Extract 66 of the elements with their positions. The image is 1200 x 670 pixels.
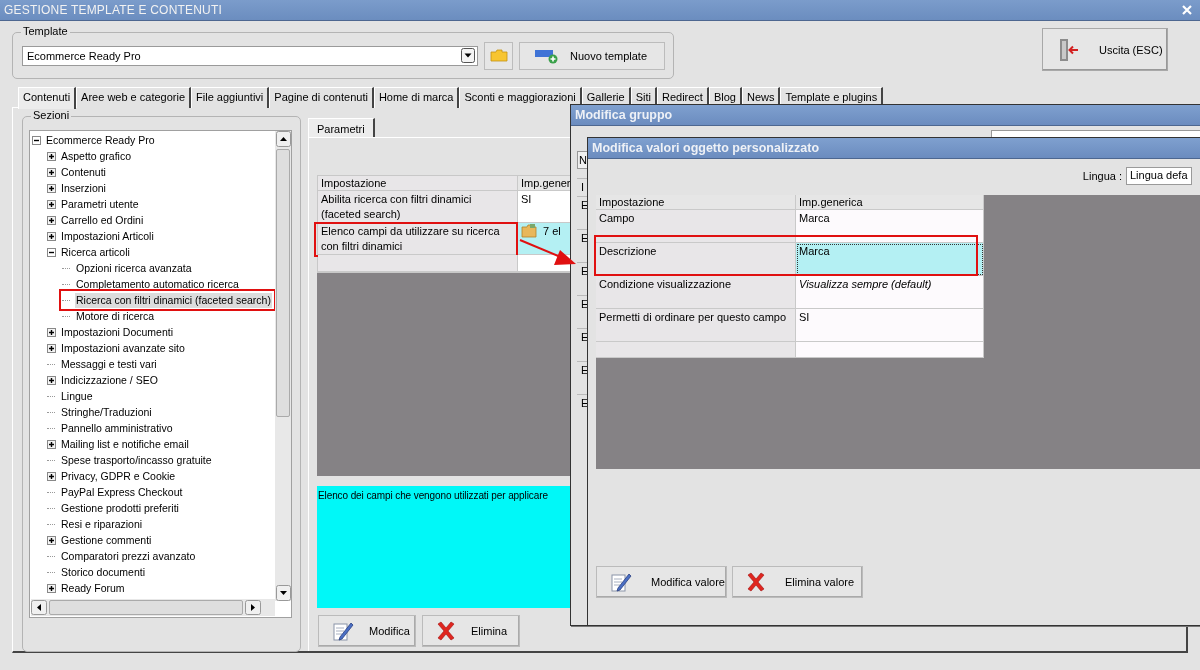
tree-item[interactable]: Ready Forum — [60, 580, 126, 596]
tab[interactable]: Parametri — [308, 118, 375, 140]
exit-button[interactable]: Uscita (ESC) — [1042, 28, 1168, 71]
delete-button[interactable]: Elimina — [422, 615, 520, 647]
column-header: Imp.generica — [796, 195, 984, 210]
field-label: Lingua : — [1082, 170, 1122, 182]
tree-item[interactable]: Opzioni ricerca avanzata — [75, 260, 193, 276]
tab[interactable]: Aree web e categorie — [76, 87, 192, 108]
template-dropdown[interactable]: Ecommerce Ready Pro — [22, 45, 478, 66]
tree-item[interactable]: Completamento automatico ricerca — [75, 276, 240, 292]
column-header: Impostazione — [318, 176, 518, 191]
tree-item[interactable]: Gestione prodotti preferiti — [60, 500, 180, 516]
dialog-title: Modifica gruppo — [575, 108, 673, 122]
tree-item[interactable]: Ecommerce Ready Pro — [45, 132, 156, 148]
column-header: Imp.gener — [518, 176, 572, 191]
tree-item[interactable]: Spese trasporto/incasso gratuite — [60, 452, 213, 468]
tree-item[interactable]: PayPal Express Checkout — [60, 484, 184, 500]
table-cell[interactable]: Condizione visualizzazione — [596, 276, 796, 309]
tab[interactable]: Home di marca — [373, 87, 460, 108]
table-cell[interactable]: Campo — [596, 210, 796, 243]
table-cell[interactable]: Descrizione — [596, 243, 796, 276]
language-dropdown[interactable]: Lingua defa — [1126, 167, 1192, 185]
group-label: Sezioni — [31, 109, 72, 121]
table-cell[interactable]: Visualizza sempre (default) — [796, 276, 984, 309]
tab[interactable]: Sconti e maggiorazioni — [459, 87, 582, 108]
table-cell[interactable]: SI — [796, 309, 984, 342]
tree-item[interactable]: Resi e riparazioni — [60, 516, 144, 532]
table-cell[interactable]: 7 el — [518, 223, 572, 255]
table-cell[interactable]: Marca — [796, 210, 984, 243]
tree-item[interactable]: Aspetto grafico — [60, 148, 133, 164]
tree-item[interactable]: Pannello amministrativo — [60, 420, 174, 436]
tree-item[interactable]: Impostazioni avanzate sito — [60, 340, 186, 356]
tree-item[interactable]: Gestione commenti — [60, 532, 153, 548]
tree-item[interactable]: Parametri utente — [60, 196, 140, 212]
tree-item[interactable]: Contenuti — [60, 164, 107, 180]
tree-item[interactable]: Ricerca con filtri dinamici (faceted search) — [75, 292, 272, 308]
description-text: Elenco dei campi che vengono utilizzati per applicare — [317, 486, 571, 608]
tab[interactable]: Contenuti — [18, 87, 77, 109]
group-label: Template — [21, 25, 70, 37]
tree-item[interactable]: Privacy, GDPR e Cookie — [60, 468, 177, 484]
table-cell[interactable]: Elenco campi da utilizzare su ricerca con filtri dinamici — [318, 223, 518, 255]
tree-item[interactable]: Motore di ricerca — [75, 308, 156, 324]
table-cell[interactable]: Marca — [796, 243, 984, 276]
tree-item[interactable]: Ricerca articoli — [60, 244, 131, 260]
tree-item[interactable]: Inserzioni — [60, 180, 107, 196]
tree-item[interactable]: Indicizzazione / SEO — [60, 372, 159, 388]
tree-item[interactable]: Messaggi e testi vari — [60, 356, 158, 372]
delete-button[interactable]: Elimina valore — [732, 566, 863, 598]
dialog-title: Modifica valori oggetto personalizzato — [592, 141, 820, 155]
table-cell[interactable]: Permetti di ordinare per questo campo — [596, 309, 796, 342]
tab[interactable]: File aggiuntivi — [191, 87, 270, 108]
window-title: GESTIONE TEMPLATE E CONTENUTI — [4, 3, 223, 17]
tree-item[interactable]: Impostazioni Documenti — [60, 324, 175, 340]
tree-item[interactable]: Comparatori prezzi avanzato — [60, 548, 197, 564]
tree-item[interactable]: Mailing list e notifiche email — [60, 436, 190, 452]
edit-button[interactable]: Modifica valore — [596, 566, 727, 598]
tree-item[interactable]: Impostazioni Articoli — [60, 228, 155, 244]
new-template-button[interactable]: Nuovo template — [519, 41, 665, 70]
tree-item[interactable]: Carrello ed Ordini — [60, 212, 145, 228]
column-header: Impostazione — [596, 195, 796, 210]
tree-item[interactable]: Storico documenti — [60, 564, 147, 580]
tree-item[interactable]: Stringhe/Traduzioni — [60, 404, 153, 420]
table-cell[interactable]: Abilita ricerca con filtri dinamici (faceted search) — [318, 191, 518, 223]
edit-button[interactable]: Modifica — [318, 615, 416, 647]
tab[interactable]: Pagine di contenuti — [269, 87, 374, 108]
tree-item[interactable]: Lingue — [60, 388, 94, 404]
